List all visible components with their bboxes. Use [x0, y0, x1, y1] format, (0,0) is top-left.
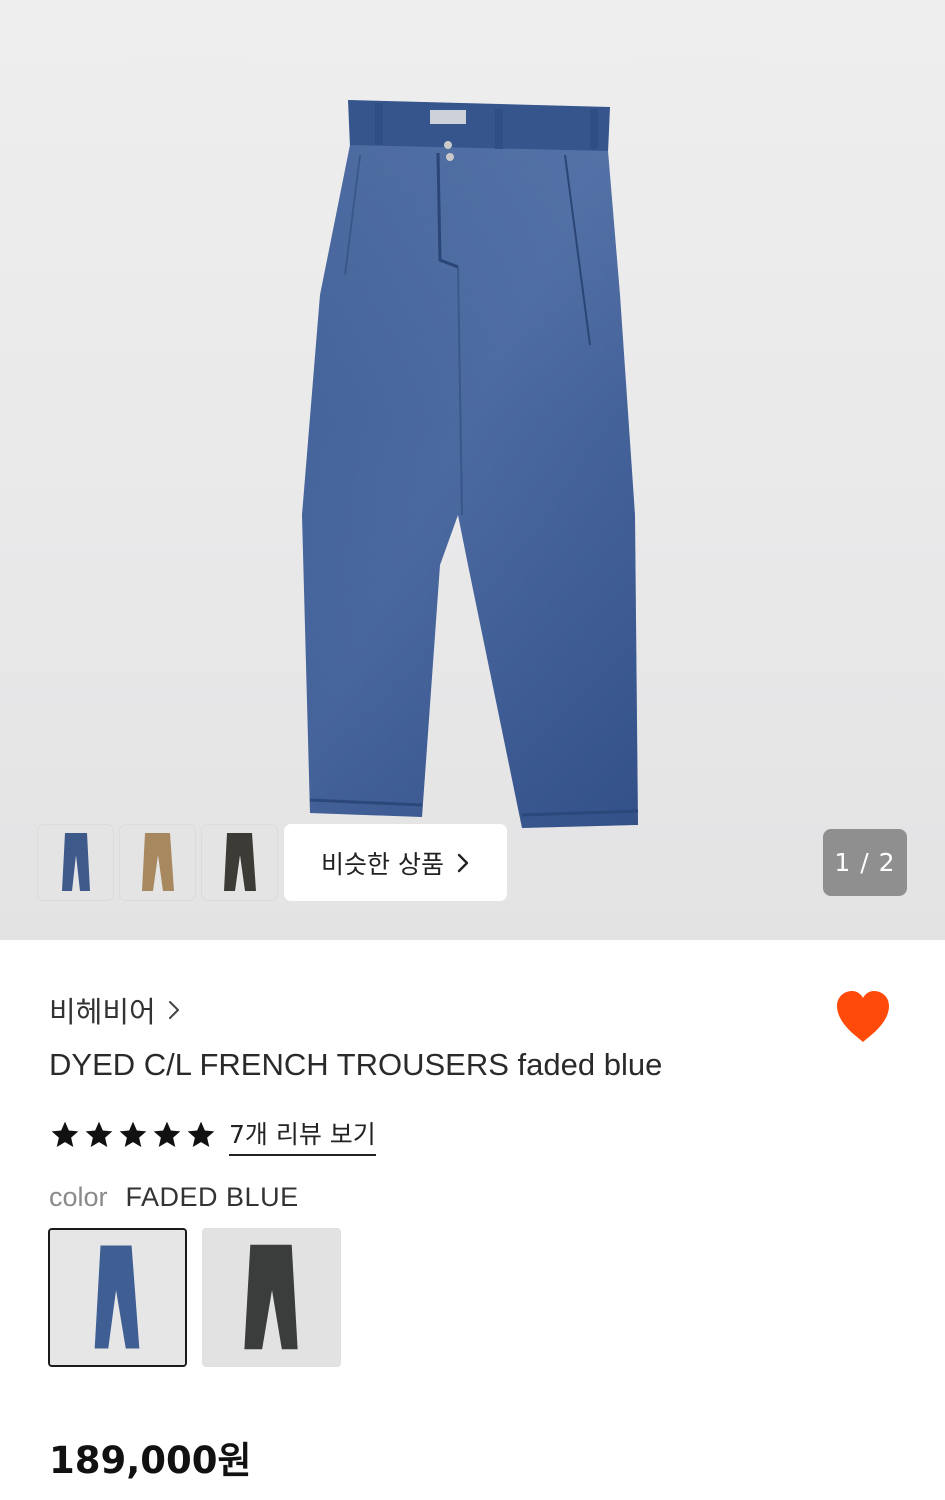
star-icon	[85, 1121, 113, 1147]
faded-blue-swatch	[50, 1230, 185, 1365]
gallery-thumbnail[interactable]	[120, 825, 195, 900]
color-option-charcoal[interactable]	[202, 1228, 341, 1367]
dark-trousers-thumbnail	[224, 833, 256, 891]
chevron-right-icon	[168, 1001, 179, 1019]
product-title: DYED C/L FRENCH TROUSERS faded blue	[49, 1047, 663, 1082]
selected-color-value: FADED BLUE	[125, 1182, 299, 1212]
blue-trousers-thumbnail	[62, 833, 90, 891]
similar-products-button[interactable]: 비슷한 상품	[284, 824, 507, 901]
gallery-thumbnail[interactable]	[202, 825, 277, 900]
charcoal-swatch	[203, 1229, 340, 1366]
brand-link[interactable]: 비헤비어	[49, 988, 180, 1032]
chevron-right-icon	[457, 853, 469, 872]
star-icon	[119, 1121, 147, 1147]
similar-products-label: 비슷한 상품	[321, 849, 444, 879]
star-icon	[153, 1121, 181, 1147]
rating-stars	[49, 1119, 217, 1151]
gallery-thumbnail[interactable]	[38, 825, 113, 900]
rating-row: 7개 리뷰 보기	[49, 1113, 376, 1157]
beige-trousers-thumbnail	[142, 833, 174, 891]
color-selector-label: color FADED BLUE	[49, 1182, 299, 1213]
faded-blue-trousers-photo	[302, 100, 639, 828]
star-icon	[187, 1121, 215, 1147]
brand-name: 비헤비어	[49, 995, 156, 1029]
review-link[interactable]: 7개 리뷰 보기	[229, 1115, 376, 1156]
product-price: 189,000원	[49, 1439, 252, 1482]
image-counter: 1 / 2	[823, 829, 907, 896]
heart-icon[interactable]	[833, 988, 893, 1046]
color-label: color	[49, 1182, 108, 1212]
star-icon	[51, 1121, 79, 1147]
color-option-faded-blue[interactable]	[48, 1228, 187, 1367]
product-image-gallery[interactable]: 비슷한 상품 1 / 2	[0, 0, 945, 940]
